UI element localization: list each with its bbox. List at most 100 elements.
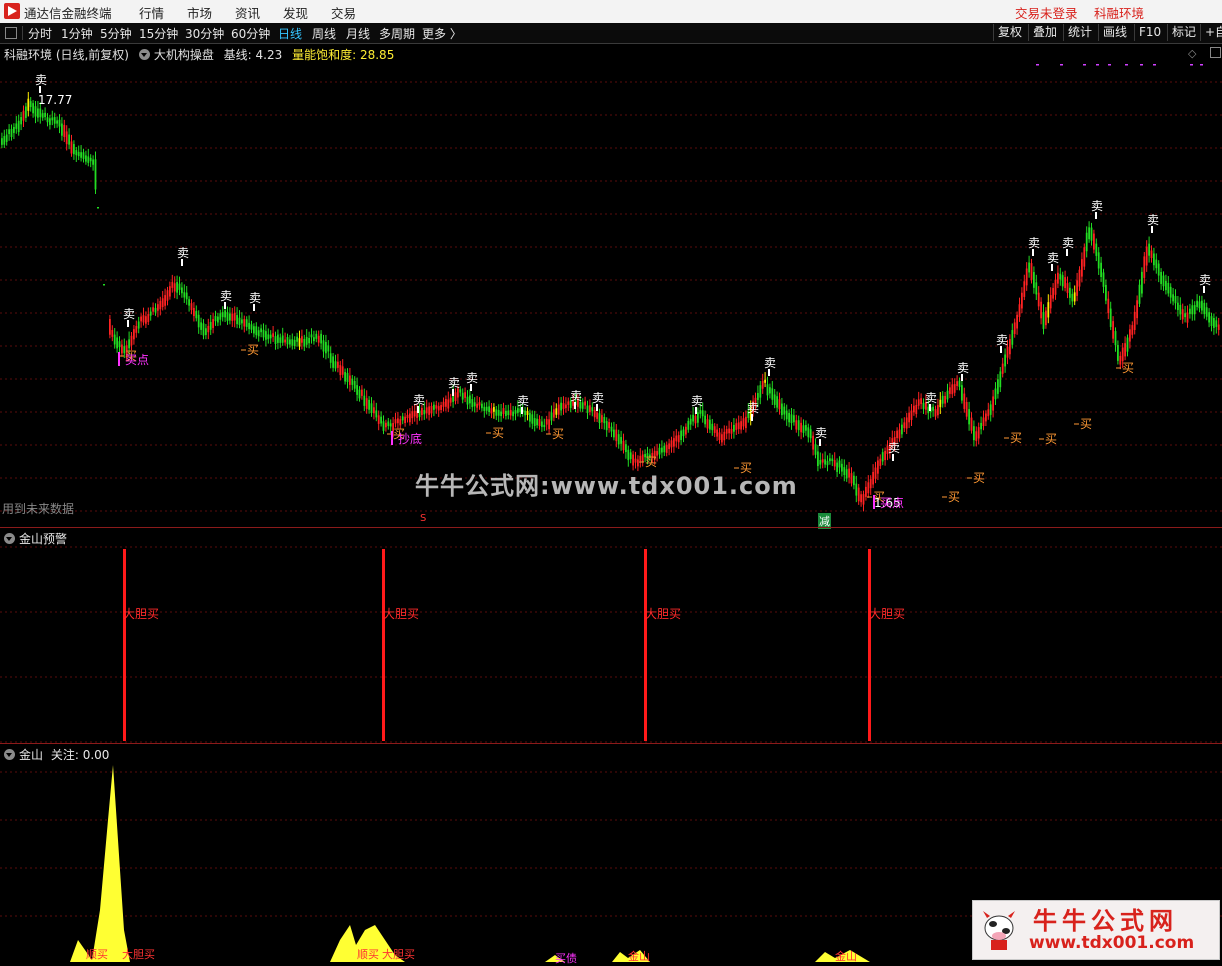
candle-body: [440, 405, 442, 410]
menu-faxian[interactable]: 发现: [283, 3, 308, 22]
period-30min[interactable]: 30分钟: [185, 25, 224, 42]
candle-body: [327, 345, 330, 352]
candle-body: [152, 307, 154, 312]
collapse-icon[interactable]: [4, 533, 15, 544]
promo-banner[interactable]: 牛牛公式网 www.tdx001.com: [972, 900, 1220, 960]
candle-body: [353, 381, 356, 389]
candle-body: [543, 424, 546, 428]
candle-body: [1129, 329, 1131, 342]
candle-body: [629, 452, 632, 460]
candle-body: [505, 410, 507, 417]
draw-button[interactable]: 画线: [1098, 24, 1131, 41]
candle-body: [680, 430, 682, 440]
candle-body: [778, 399, 781, 410]
candle-body: [826, 460, 829, 466]
adjust-button[interactable]: 复权: [993, 24, 1026, 41]
panel-toggle-icon[interactable]: [5, 27, 17, 39]
candle-body: [308, 337, 310, 344]
baseline-label: 基线:: [223, 48, 252, 62]
signal-dot: [1083, 64, 1086, 66]
indicator-name[interactable]: 大机构操盘: [154, 48, 214, 62]
candle-body: [334, 361, 337, 369]
candle-body: [339, 365, 342, 376]
candle-body: [862, 494, 865, 505]
diamond-icon[interactable]: ◇: [1188, 47, 1196, 60]
candle-body: [471, 399, 474, 408]
promo-url: www.tdx001.com: [1029, 933, 1195, 953]
main-panel-header: 科融环境 (日线,前复权) 大机构操盘 基线: 4.23 量能饱和度: 28.8…: [4, 46, 394, 63]
stats-button[interactable]: 统计: [1063, 24, 1096, 41]
candle-body: [310, 334, 313, 338]
candle-body: [401, 416, 404, 421]
volume-label: 大胆买: [122, 948, 155, 961]
candle-body: [1097, 252, 1100, 269]
buy-marker: 买: [1080, 417, 1092, 431]
period-multi[interactable]: 多周期: [379, 25, 415, 42]
candle-body: [632, 454, 634, 466]
candle-body: [1078, 269, 1081, 287]
current-stock-link[interactable]: 科融环境: [1094, 3, 1144, 22]
candle-body: [250, 324, 253, 330]
candle-body: [1208, 312, 1210, 323]
candle-body: [1117, 345, 1119, 361]
sell-marker-tick: [1032, 249, 1034, 256]
candle-body: [238, 317, 241, 325]
candle-body: [397, 418, 399, 424]
candle-body: [233, 312, 236, 321]
period-daily[interactable]: 日线: [278, 25, 302, 42]
candle-body: [373, 407, 375, 414]
candle-body: [1059, 273, 1062, 280]
collapse-icon[interactable]: [138, 49, 150, 60]
mark-button[interactable]: 标记: [1167, 24, 1200, 41]
signal-label: 大胆买: [123, 607, 160, 621]
candle-body: [1133, 311, 1136, 330]
period-more[interactable]: 更多 〉: [422, 25, 462, 42]
period-60min[interactable]: 60分钟: [231, 25, 270, 42]
trade-login-status[interactable]: 交易未登录: [1015, 3, 1078, 22]
sell-marker: 卖: [957, 361, 969, 375]
menu-jiaoyi[interactable]: 交易: [331, 3, 356, 22]
candle-body: [449, 397, 452, 403]
candle-body: [464, 392, 466, 398]
period-1min[interactable]: 1分钟: [61, 25, 93, 42]
period-5min[interactable]: 5分钟: [100, 25, 132, 42]
menu-shichang[interactable]: 市场: [187, 3, 212, 22]
overlay-button[interactable]: 叠加: [1028, 24, 1061, 41]
candle-body: [461, 392, 464, 400]
menu-zixun[interactable]: 资讯: [235, 3, 260, 22]
candle-body: [581, 402, 584, 409]
period-15min[interactable]: 15分钟: [139, 25, 178, 42]
candle-body: [908, 412, 910, 423]
candle-body: [437, 406, 440, 411]
custom-button[interactable]: +自: [1200, 24, 1222, 41]
candle-body: [1100, 262, 1102, 278]
candle-body: [874, 467, 877, 479]
period-weekly[interactable]: 周线: [312, 25, 336, 42]
maximize-icon[interactable]: [1210, 47, 1221, 58]
sell-marker: 卖: [747, 401, 759, 415]
candle-body: [320, 333, 322, 344]
candle-body: [404, 416, 406, 423]
marker-s: S: [420, 513, 427, 524]
candle-body: [82, 152, 85, 159]
panel-divider: [0, 527, 1222, 528]
candle-body: [133, 329, 135, 340]
candle-body: [771, 388, 774, 400]
period-fenshi[interactable]: 分时: [28, 25, 52, 42]
candle-body: [759, 385, 762, 398]
buy-marker: 买: [552, 427, 564, 441]
sell-marker-tick: [127, 320, 129, 327]
sell-marker: 卖: [448, 376, 460, 390]
candle-body: [1025, 268, 1028, 286]
period-monthly[interactable]: 月线: [346, 25, 370, 42]
sell-marker-tick: [470, 384, 472, 391]
kline-chart[interactable]: 卖卖卖卖 卖卖卖 卖卖卖卖卖卖卖卖卖卖卖卖卖卖卖卖卖卖买 买买买买买 买买 买买买 买买买1…: [0, 62, 1222, 528]
sell-marker-tick: [929, 404, 931, 411]
candle-body: [406, 414, 409, 419]
collapse-icon[interactable]: [4, 749, 15, 760]
menu-hangqing[interactable]: 行情: [139, 3, 164, 22]
candle-body: [601, 415, 603, 423]
candle-body: [725, 429, 728, 434]
candle-body: [975, 431, 978, 441]
f10-button[interactable]: F10: [1134, 24, 1165, 41]
